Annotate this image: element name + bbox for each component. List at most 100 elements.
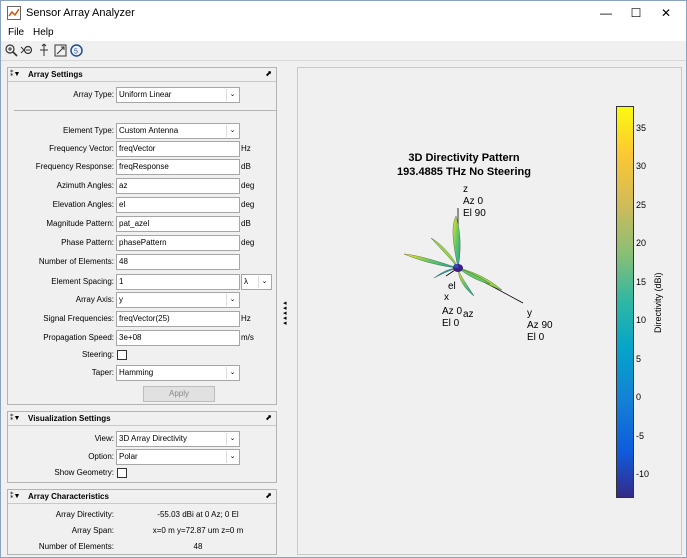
chevron-down-icon: ⌄ [226,294,238,306]
rotate-icon[interactable] [53,43,68,58]
array-axis-select[interactable]: y ⌄ [116,292,240,308]
span-value: x=0 m y=72.87 um z=0 m [152,526,244,535]
colorbar-tick-label: 25 [636,199,647,210]
steering-label: Steering: [81,350,114,359]
taper-select[interactable]: Hamming ⌄ [116,365,240,381]
panel-title: Array Settings [28,70,83,79]
frequency-vector-field[interactable]: freqVector [116,141,240,157]
undock-icon[interactable]: ⬈ [265,69,272,78]
array-type-label: Array Type: [73,90,114,99]
chevron-down-icon: ⌄ [258,276,270,288]
colorbar-tick-label: 5 [636,353,642,364]
chevron-down-icon: ⌄ [226,125,238,137]
colorbar-tick-label: 35 [636,123,647,134]
signal-frequencies-label: Signal Frequencies: [43,314,114,323]
elevation-angles-unit: deg [241,200,255,209]
plot-subtitle: 193.4885 THz No Steering [397,166,531,178]
colorbar-tick-label: 20 [636,238,647,249]
colorbar [616,106,634,498]
collapse-toggle-icon[interactable]: ⁑▼ [10,414,20,422]
colorbar-tick-label: 15 [636,276,647,287]
num-elements-value: 48 [193,542,203,551]
magnitude-pattern-label: Magnitude Pattern: [46,219,114,228]
collapse-toggle-icon[interactable]: ⁑▼ [10,70,20,78]
elevation-angles-label: Elevation Angles: [52,200,114,209]
frequency-vector-label: Frequency Vector: [49,144,114,153]
z-az-label: Az 0 [463,196,484,207]
splitter-handle-icon[interactable]: ◂ ◂ ◂ ◂ ◂ [283,300,289,327]
restore-view-icon[interactable]: 5 [69,43,84,58]
chevron-down-icon: ⌄ [226,433,238,445]
colorbar-tick-label: 30 [636,161,647,172]
zoom-in-icon[interactable] [4,43,19,58]
array-type-select[interactable]: Uniform Linear ⌄ [116,87,240,103]
element-type-select[interactable]: Custom Antenna ⌄ [116,123,240,139]
propagation-speed-field[interactable]: 3e+08 [116,330,240,346]
propagation-speed-unit: m/s [241,333,254,342]
spacing-unit-value: λ [244,277,248,286]
colorbar-tick-label: 10 [636,315,647,326]
pan-icon[interactable] [37,43,52,58]
signal-frequencies-field[interactable]: freqVector(25) [116,311,240,327]
element-spacing-field[interactable]: 1 [116,274,240,290]
phase-pattern-field[interactable]: phasePattern [116,235,240,251]
num-elements-label: Number of Elements: [38,542,114,551]
num-elements-field[interactable]: 48 [116,254,240,270]
array-characteristics-header[interactable]: ⁑▼ Array Characteristics ⬈ [8,490,276,504]
show-geometry-label: Show Geometry: [54,468,114,477]
taper-label: Taper: [91,368,114,377]
elevation-angles-field[interactable]: el [116,197,240,213]
plot-area: 3D Directivity Pattern 193.4885 THz No S… [297,67,682,555]
zoom-out-icon[interactable] [20,43,35,58]
directivity-label: Array Directivity: [55,510,114,519]
steering-checkbox[interactable] [117,350,127,360]
z-axis-label: z [463,184,468,195]
panel-title: Visualization Settings [28,414,111,423]
span-label: Array Span: [71,526,114,535]
num-elements-label: Number of Elements: [38,257,114,266]
array-settings-header[interactable]: ⁑▼ Array Settings ⬈ [8,68,276,82]
option-select[interactable]: Polar ⌄ [116,449,240,465]
apply-button[interactable]: Apply [143,386,215,402]
app-window: Sensor Array Analyzer — ☐ ✕ File Help 5 [0,0,687,558]
array-settings-panel: ⁑▼ Array Settings ⬈ Array Type: Uniform … [7,67,277,405]
toolbar: 5 [1,41,686,61]
window-title: Sensor Array Analyzer [26,7,135,19]
azimuth-angles-field[interactable]: az [116,178,240,194]
azimuth-angles-label: Azimuth Angles: [56,181,114,190]
main-lobe-center [453,264,459,268]
option-value: Polar [119,452,138,461]
array-axis-label: Array Axis: [75,295,114,304]
menu-file[interactable]: File [8,27,24,38]
undock-icon[interactable]: ⬈ [265,413,272,422]
option-label: Option: [88,452,114,461]
view-select[interactable]: 3D Array Directivity ⌄ [116,431,240,447]
collapse-toggle-icon[interactable]: ⁑▼ [10,492,20,500]
spacing-unit-select[interactable]: λ ⌄ [241,274,272,290]
matlab-app-icon [7,6,21,20]
panel-title: Array Characteristics [28,492,109,501]
array-axis-value: y [119,295,123,304]
chevron-down-icon: ⌄ [226,89,238,101]
close-button[interactable]: ✕ [646,1,686,25]
undock-icon[interactable]: ⬈ [265,491,272,500]
magnitude-pattern-field[interactable]: pat_azel [116,216,240,232]
visualization-settings-panel: ⁑▼ Visualization Settings ⬈ View: 3D Arr… [7,411,277,483]
menu-help[interactable]: Help [33,27,54,38]
view-label: View: [94,434,114,443]
colorbar-label: Directivity (dBi) [653,272,663,333]
signal-frequencies-unit: Hz [241,314,251,323]
frequency-response-label: Frequency Response: [35,162,114,171]
phase-pattern-label: Phase Pattern: [61,238,114,247]
directivity-value: -55.03 dBi at 0 Az; 0 El [157,510,239,519]
divider [14,110,276,111]
show-geometry-checkbox[interactable] [117,468,127,478]
element-spacing-label: Element Spacing: [51,277,114,286]
frequency-response-field[interactable]: freqResponse [116,159,240,175]
element-type-value: Custom Antenna [119,126,179,135]
taper-value: Hamming [119,368,154,377]
menu-bar: File Help [1,25,686,41]
array-characteristics-panel: ⁑▼ Array Characteristics ⬈ Array Directi… [7,489,277,555]
frequency-vector-unit: Hz [241,144,251,153]
visualization-settings-header[interactable]: ⁑▼ Visualization Settings ⬈ [8,412,276,426]
